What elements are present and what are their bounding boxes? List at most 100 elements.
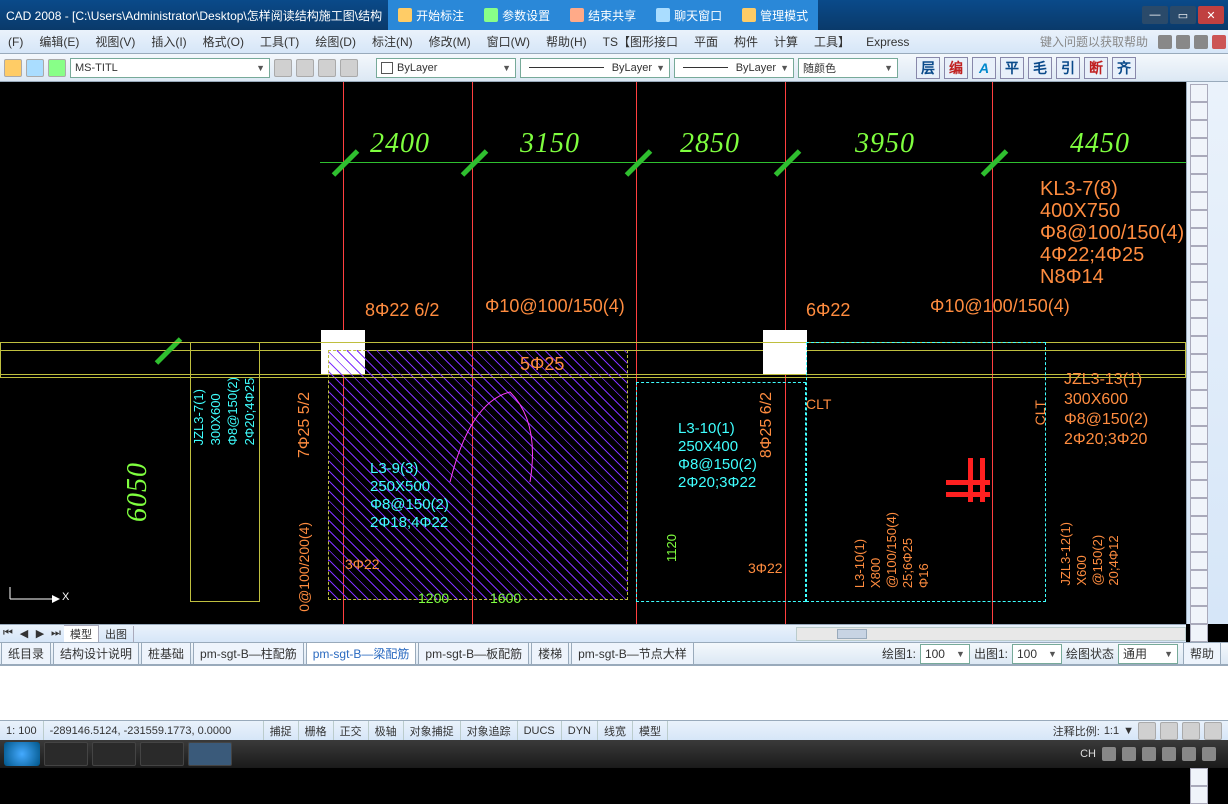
- rtool-btn[interactable]: [1190, 318, 1208, 336]
- taskbar-app[interactable]: [92, 742, 136, 766]
- rtool-btn[interactable]: [1190, 534, 1208, 552]
- rtool-btn[interactable]: [1190, 138, 1208, 156]
- textstyle-combo[interactable]: MS-TITL▼: [70, 58, 270, 78]
- draw-scale-combo[interactable]: 100▼: [920, 644, 970, 664]
- tool-icon[interactable]: [26, 59, 44, 77]
- rtool-btn[interactable]: [1190, 624, 1208, 642]
- tray-icon[interactable]: [1142, 747, 1156, 761]
- share-start-annotate[interactable]: 开始标注: [388, 0, 474, 30]
- tab-nav-prev[interactable]: ◀: [16, 627, 32, 640]
- rtool-btn[interactable]: [1190, 102, 1208, 120]
- rtool-btn[interactable]: [1190, 228, 1208, 246]
- tab-nav-next[interactable]: ▶: [32, 627, 48, 640]
- rtool-btn[interactable]: [1190, 498, 1208, 516]
- rtool-btn[interactable]: [1190, 282, 1208, 300]
- menu-modify[interactable]: 修改(M): [421, 33, 479, 50]
- taskbar-app[interactable]: [140, 742, 184, 766]
- tool-icon[interactable]: [318, 59, 336, 77]
- toggle-ducs[interactable]: DUCS: [518, 721, 562, 740]
- menu-file[interactable]: (F): [0, 35, 31, 49]
- linetype-combo[interactable]: ByLayer▼: [520, 58, 670, 78]
- sheet-tab[interactable]: pm-sgt-B—梁配筋: [306, 642, 417, 665]
- tray-icon[interactable]: [1202, 747, 1216, 761]
- rtool-btn[interactable]: [1190, 246, 1208, 264]
- menu-draw[interactable]: 绘图(D): [307, 33, 364, 50]
- menu-plan[interactable]: 平面: [686, 33, 726, 50]
- status-icon[interactable]: [1138, 722, 1156, 740]
- rtool-btn[interactable]: [1190, 606, 1208, 624]
- rtool-btn[interactable]: [1190, 300, 1208, 318]
- cn-layer-btn[interactable]: 层: [916, 57, 940, 79]
- tray-icon[interactable]: [1102, 747, 1116, 761]
- rtool-btn[interactable]: [1190, 156, 1208, 174]
- drawing-canvas[interactable]: 2400 3150 2850 3950 4450 6050 KL3-7(8) 4…: [0, 82, 1186, 624]
- rtool-btn[interactable]: [1190, 570, 1208, 588]
- close-button[interactable]: ✕: [1198, 6, 1224, 24]
- lineweight-combo[interactable]: ByLayer▼: [674, 58, 794, 78]
- rtool-btn[interactable]: [1190, 462, 1208, 480]
- sheet-tab[interactable]: pm-sgt-B—板配筋: [418, 642, 529, 665]
- menu-tools2[interactable]: 工具】: [806, 33, 858, 50]
- rtool-btn[interactable]: [1190, 552, 1208, 570]
- help-btn[interactable]: 帮助: [1183, 642, 1221, 665]
- menu-calc[interactable]: 计算: [766, 33, 806, 50]
- status-icon[interactable]: [1182, 722, 1200, 740]
- rtool-btn[interactable]: [1190, 516, 1208, 534]
- rtool-btn[interactable]: [1190, 372, 1208, 390]
- share-settings[interactable]: 参数设置: [474, 0, 560, 30]
- menu-ts-interface[interactable]: TS【图形接口: [595, 33, 686, 50]
- tray-icon[interactable]: [1122, 747, 1136, 761]
- sheet-tab[interactable]: 纸目录: [1, 642, 51, 665]
- tool-icon[interactable]: [274, 59, 292, 77]
- share-end[interactable]: 结束共享: [560, 0, 646, 30]
- menu-express[interactable]: Express: [858, 35, 917, 49]
- rtool-btn[interactable]: [1190, 444, 1208, 462]
- tray-icon[interactable]: [1182, 747, 1196, 761]
- cn-icon-btn[interactable]: A: [972, 57, 996, 79]
- menu-dim[interactable]: 标注(N): [364, 33, 421, 50]
- toggle-dyn[interactable]: DYN: [562, 721, 598, 740]
- toggle-osnap[interactable]: 对象捕捉: [404, 721, 461, 740]
- sheet-tab[interactable]: pm-sgt-B—柱配筋: [193, 642, 304, 665]
- tab-nav-first[interactable]: ⏮: [0, 627, 16, 640]
- status-icon[interactable]: [1160, 722, 1178, 740]
- menu-edit[interactable]: 编辑(E): [31, 33, 87, 50]
- hscrollbar[interactable]: [796, 627, 1186, 641]
- toggle-grid[interactable]: 栅格: [299, 721, 334, 740]
- taskbar-app[interactable]: [44, 742, 88, 766]
- sheet-tab[interactable]: 楼梯: [531, 642, 569, 665]
- status-icon[interactable]: [1204, 722, 1222, 740]
- start-button[interactable]: [4, 742, 40, 766]
- maximize-button[interactable]: ▭: [1170, 6, 1196, 24]
- doc-min-icon[interactable]: [1176, 35, 1190, 49]
- share-chat[interactable]: 聊天窗口: [646, 0, 732, 30]
- rtool-btn[interactable]: [1190, 264, 1208, 282]
- sheet-tab[interactable]: 结构设计说明: [53, 642, 139, 665]
- command-line[interactable]: [0, 664, 1228, 720]
- ime-indicator[interactable]: CH: [1080, 748, 1096, 760]
- menu-format[interactable]: 格式(O): [195, 33, 252, 50]
- tool-icon[interactable]: [48, 59, 66, 77]
- rtool-btn[interactable]: [1190, 786, 1208, 804]
- toggle-lwt[interactable]: 线宽: [598, 721, 633, 740]
- rtool-btn[interactable]: [1190, 480, 1208, 498]
- taskbar-app[interactable]: [188, 742, 232, 766]
- sheet-tab[interactable]: pm-sgt-B—节点大样: [571, 642, 694, 665]
- tab-nav-last[interactable]: ⏭: [48, 627, 64, 640]
- rtool-btn[interactable]: [1190, 390, 1208, 408]
- menu-window[interactable]: 窗口(W): [479, 33, 538, 50]
- layer-combo[interactable]: ByLayer▼: [376, 58, 516, 78]
- cn-edit-btn[interactable]: 编: [944, 57, 968, 79]
- toggle-model[interactable]: 模型: [633, 721, 668, 740]
- chevron-down-icon[interactable]: ▼: [1123, 725, 1134, 737]
- menu-tools[interactable]: 工具(T): [252, 33, 307, 50]
- cn-flat-btn[interactable]: 平: [1000, 57, 1024, 79]
- rtool-btn[interactable]: [1190, 354, 1208, 372]
- cn-align-btn[interactable]: 齐: [1112, 57, 1136, 79]
- share-admin[interactable]: 管理模式: [732, 0, 818, 30]
- cn-brush-btn[interactable]: 毛: [1028, 57, 1052, 79]
- help-search[interactable]: 键入问题以获取帮助: [1032, 33, 1156, 50]
- toggle-otrack[interactable]: 对象追踪: [461, 721, 518, 740]
- doc-close-icon[interactable]: [1212, 35, 1226, 49]
- search-icon[interactable]: [1158, 35, 1172, 49]
